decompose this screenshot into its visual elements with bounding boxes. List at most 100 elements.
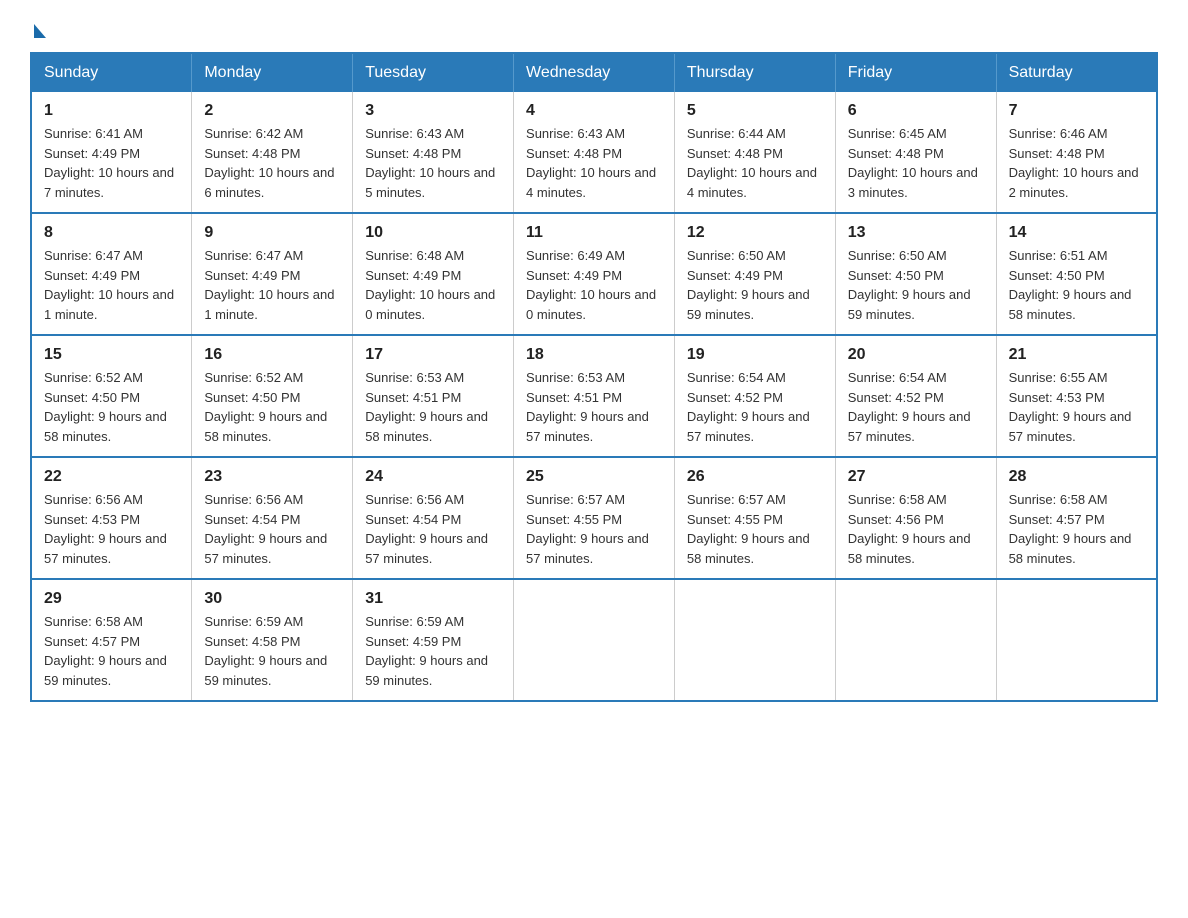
day-of-week-header: Thursday [674, 53, 835, 92]
day-number: 6 [848, 102, 984, 120]
day-info: Sunrise: 6:56 AMSunset: 4:54 PMDaylight:… [365, 492, 488, 566]
calendar-cell: 18 Sunrise: 6:53 AMSunset: 4:51 PMDaylig… [514, 335, 675, 457]
day-number: 31 [365, 590, 501, 608]
page-header [30, 20, 1158, 34]
day-number: 16 [204, 346, 340, 364]
day-info: Sunrise: 6:45 AMSunset: 4:48 PMDaylight:… [848, 126, 978, 200]
calendar-cell: 16 Sunrise: 6:52 AMSunset: 4:50 PMDaylig… [192, 335, 353, 457]
day-of-week-header: Saturday [996, 53, 1157, 92]
calendar-cell: 25 Sunrise: 6:57 AMSunset: 4:55 PMDaylig… [514, 457, 675, 579]
day-info: Sunrise: 6:44 AMSunset: 4:48 PMDaylight:… [687, 126, 817, 200]
day-number: 5 [687, 102, 823, 120]
day-number: 24 [365, 468, 501, 486]
day-of-week-header: Sunday [31, 53, 192, 92]
day-number: 14 [1009, 224, 1144, 242]
logo [30, 20, 46, 34]
day-info: Sunrise: 6:47 AMSunset: 4:49 PMDaylight:… [44, 248, 174, 322]
day-of-week-header: Wednesday [514, 53, 675, 92]
calendar-cell: 9 Sunrise: 6:47 AMSunset: 4:49 PMDayligh… [192, 213, 353, 335]
calendar-cell: 6 Sunrise: 6:45 AMSunset: 4:48 PMDayligh… [835, 92, 996, 213]
day-info: Sunrise: 6:46 AMSunset: 4:48 PMDaylight:… [1009, 126, 1139, 200]
day-number: 2 [204, 102, 340, 120]
day-info: Sunrise: 6:59 AMSunset: 4:58 PMDaylight:… [204, 614, 327, 688]
calendar-cell: 31 Sunrise: 6:59 AMSunset: 4:59 PMDaylig… [353, 579, 514, 701]
day-number: 19 [687, 346, 823, 364]
day-number: 11 [526, 224, 662, 242]
day-number: 27 [848, 468, 984, 486]
calendar-cell: 23 Sunrise: 6:56 AMSunset: 4:54 PMDaylig… [192, 457, 353, 579]
day-info: Sunrise: 6:41 AMSunset: 4:49 PMDaylight:… [44, 126, 174, 200]
calendar-cell: 10 Sunrise: 6:48 AMSunset: 4:49 PMDaylig… [353, 213, 514, 335]
calendar-cell: 22 Sunrise: 6:56 AMSunset: 4:53 PMDaylig… [31, 457, 192, 579]
day-number: 17 [365, 346, 501, 364]
day-number: 9 [204, 224, 340, 242]
day-number: 28 [1009, 468, 1144, 486]
day-info: Sunrise: 6:58 AMSunset: 4:57 PMDaylight:… [1009, 492, 1132, 566]
day-number: 13 [848, 224, 984, 242]
day-info: Sunrise: 6:50 AMSunset: 4:49 PMDaylight:… [687, 248, 810, 322]
day-info: Sunrise: 6:56 AMSunset: 4:53 PMDaylight:… [44, 492, 167, 566]
day-number: 22 [44, 468, 179, 486]
calendar-cell: 29 Sunrise: 6:58 AMSunset: 4:57 PMDaylig… [31, 579, 192, 701]
calendar-cell: 14 Sunrise: 6:51 AMSunset: 4:50 PMDaylig… [996, 213, 1157, 335]
day-number: 29 [44, 590, 179, 608]
day-info: Sunrise: 6:43 AMSunset: 4:48 PMDaylight:… [365, 126, 495, 200]
day-info: Sunrise: 6:48 AMSunset: 4:49 PMDaylight:… [365, 248, 495, 322]
day-of-week-header: Friday [835, 53, 996, 92]
day-info: Sunrise: 6:51 AMSunset: 4:50 PMDaylight:… [1009, 248, 1132, 322]
calendar-cell: 15 Sunrise: 6:52 AMSunset: 4:50 PMDaylig… [31, 335, 192, 457]
day-info: Sunrise: 6:49 AMSunset: 4:49 PMDaylight:… [526, 248, 656, 322]
calendar-cell: 17 Sunrise: 6:53 AMSunset: 4:51 PMDaylig… [353, 335, 514, 457]
calendar-cell: 1 Sunrise: 6:41 AMSunset: 4:49 PMDayligh… [31, 92, 192, 213]
day-info: Sunrise: 6:53 AMSunset: 4:51 PMDaylight:… [526, 370, 649, 444]
calendar-cell [514, 579, 675, 701]
day-number: 1 [44, 102, 179, 120]
calendar-cell: 5 Sunrise: 6:44 AMSunset: 4:48 PMDayligh… [674, 92, 835, 213]
day-info: Sunrise: 6:55 AMSunset: 4:53 PMDaylight:… [1009, 370, 1132, 444]
calendar-cell [674, 579, 835, 701]
day-info: Sunrise: 6:53 AMSunset: 4:51 PMDaylight:… [365, 370, 488, 444]
logo-triangle-icon [34, 24, 46, 38]
calendar-cell: 8 Sunrise: 6:47 AMSunset: 4:49 PMDayligh… [31, 213, 192, 335]
calendar-cell: 4 Sunrise: 6:43 AMSunset: 4:48 PMDayligh… [514, 92, 675, 213]
day-number: 20 [848, 346, 984, 364]
day-info: Sunrise: 6:50 AMSunset: 4:50 PMDaylight:… [848, 248, 971, 322]
calendar-cell: 12 Sunrise: 6:50 AMSunset: 4:49 PMDaylig… [674, 213, 835, 335]
calendar-cell: 28 Sunrise: 6:58 AMSunset: 4:57 PMDaylig… [996, 457, 1157, 579]
calendar-cell: 2 Sunrise: 6:42 AMSunset: 4:48 PMDayligh… [192, 92, 353, 213]
day-info: Sunrise: 6:59 AMSunset: 4:59 PMDaylight:… [365, 614, 488, 688]
day-number: 23 [204, 468, 340, 486]
day-info: Sunrise: 6:54 AMSunset: 4:52 PMDaylight:… [848, 370, 971, 444]
calendar-cell [996, 579, 1157, 701]
calendar-cell [835, 579, 996, 701]
day-info: Sunrise: 6:54 AMSunset: 4:52 PMDaylight:… [687, 370, 810, 444]
day-info: Sunrise: 6:52 AMSunset: 4:50 PMDaylight:… [44, 370, 167, 444]
day-number: 12 [687, 224, 823, 242]
day-number: 15 [44, 346, 179, 364]
day-of-week-header: Monday [192, 53, 353, 92]
calendar-table: SundayMondayTuesdayWednesdayThursdayFrid… [30, 52, 1158, 702]
calendar-cell: 30 Sunrise: 6:59 AMSunset: 4:58 PMDaylig… [192, 579, 353, 701]
day-number: 8 [44, 224, 179, 242]
day-number: 26 [687, 468, 823, 486]
calendar-cell: 3 Sunrise: 6:43 AMSunset: 4:48 PMDayligh… [353, 92, 514, 213]
calendar-cell: 11 Sunrise: 6:49 AMSunset: 4:49 PMDaylig… [514, 213, 675, 335]
day-of-week-header: Tuesday [353, 53, 514, 92]
calendar-cell: 20 Sunrise: 6:54 AMSunset: 4:52 PMDaylig… [835, 335, 996, 457]
day-info: Sunrise: 6:58 AMSunset: 4:57 PMDaylight:… [44, 614, 167, 688]
calendar-cell: 26 Sunrise: 6:57 AMSunset: 4:55 PMDaylig… [674, 457, 835, 579]
day-number: 25 [526, 468, 662, 486]
day-info: Sunrise: 6:47 AMSunset: 4:49 PMDaylight:… [204, 248, 334, 322]
day-number: 21 [1009, 346, 1144, 364]
calendar-cell: 27 Sunrise: 6:58 AMSunset: 4:56 PMDaylig… [835, 457, 996, 579]
day-info: Sunrise: 6:58 AMSunset: 4:56 PMDaylight:… [848, 492, 971, 566]
calendar-cell: 21 Sunrise: 6:55 AMSunset: 4:53 PMDaylig… [996, 335, 1157, 457]
day-number: 10 [365, 224, 501, 242]
calendar-cell: 13 Sunrise: 6:50 AMSunset: 4:50 PMDaylig… [835, 213, 996, 335]
day-info: Sunrise: 6:52 AMSunset: 4:50 PMDaylight:… [204, 370, 327, 444]
calendar-cell: 7 Sunrise: 6:46 AMSunset: 4:48 PMDayligh… [996, 92, 1157, 213]
day-number: 4 [526, 102, 662, 120]
day-number: 7 [1009, 102, 1144, 120]
day-info: Sunrise: 6:42 AMSunset: 4:48 PMDaylight:… [204, 126, 334, 200]
calendar-cell: 24 Sunrise: 6:56 AMSunset: 4:54 PMDaylig… [353, 457, 514, 579]
